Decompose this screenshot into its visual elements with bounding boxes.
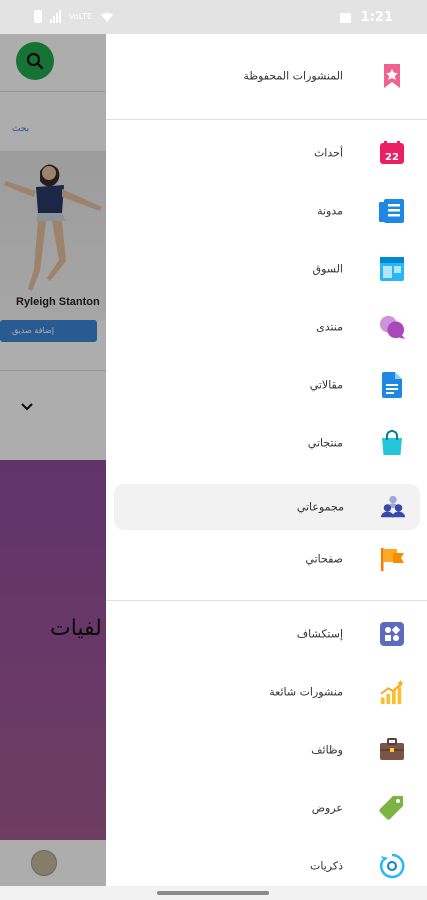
shopping-bag-icon: [379, 430, 405, 456]
home-gesture-handle[interactable]: [157, 891, 269, 895]
drawer-item-my-pages[interactable]: صفحاتي: [106, 536, 427, 582]
drawer-item-blog[interactable]: مدونة: [106, 188, 427, 234]
drawer-divider: [106, 600, 427, 601]
forum-icon: [379, 314, 405, 340]
status-bar: VoLTE 1:21: [0, 0, 427, 34]
drawer-item-jobs[interactable]: وظائف: [106, 727, 427, 773]
groups-icon: [380, 494, 406, 520]
clock: 1:21: [360, 10, 393, 25]
calendar-icon: 22: [379, 140, 405, 166]
gallery-notification-icon: [339, 12, 351, 23]
drawer-item-saved-posts[interactable]: المنشورات المحفوظة: [106, 53, 427, 99]
drawer-item-events[interactable]: 22 أحداث: [106, 130, 427, 176]
svg-text:22: 22: [385, 152, 399, 163]
flag-icon: [379, 546, 405, 572]
drawer-item-market[interactable]: السوق: [106, 246, 427, 292]
briefcase-icon: [379, 737, 405, 763]
wifi-icon: [101, 12, 114, 22]
bookmark-icon: [379, 63, 405, 89]
drawer-item-explore[interactable]: إستكشاف: [106, 611, 427, 657]
trending-icon: [379, 679, 405, 705]
blog-icon: [379, 198, 405, 224]
memories-icon: [379, 853, 405, 879]
drawer-item-my-articles[interactable]: مقالاتي: [106, 362, 427, 408]
drawer-item-my-products[interactable]: منتجاتي: [106, 420, 427, 466]
drawer-item-popular-posts[interactable]: منشورات شائعة: [106, 669, 427, 715]
volte-indicator: VoLTE: [69, 11, 93, 21]
drawer-item-forum[interactable]: منتدى: [106, 304, 427, 350]
articles-icon: [379, 372, 405, 398]
system-navigation-bar: [0, 886, 427, 900]
explore-icon: [379, 621, 405, 647]
drawer-item-my-groups[interactable]: مجموعاتي: [114, 484, 420, 530]
market-icon: [379, 256, 405, 282]
battery-icon: [34, 10, 42, 23]
navigation-drawer: المنشورات المحفوظة 22 أحداث مدونة السوق …: [106, 34, 427, 886]
signal-icon: [50, 10, 61, 23]
drawer-divider: [106, 119, 427, 120]
drawer-item-offers[interactable]: عروض: [106, 785, 427, 831]
drawer-item-memories[interactable]: ذكريات: [106, 843, 427, 889]
tag-icon: [379, 795, 405, 821]
